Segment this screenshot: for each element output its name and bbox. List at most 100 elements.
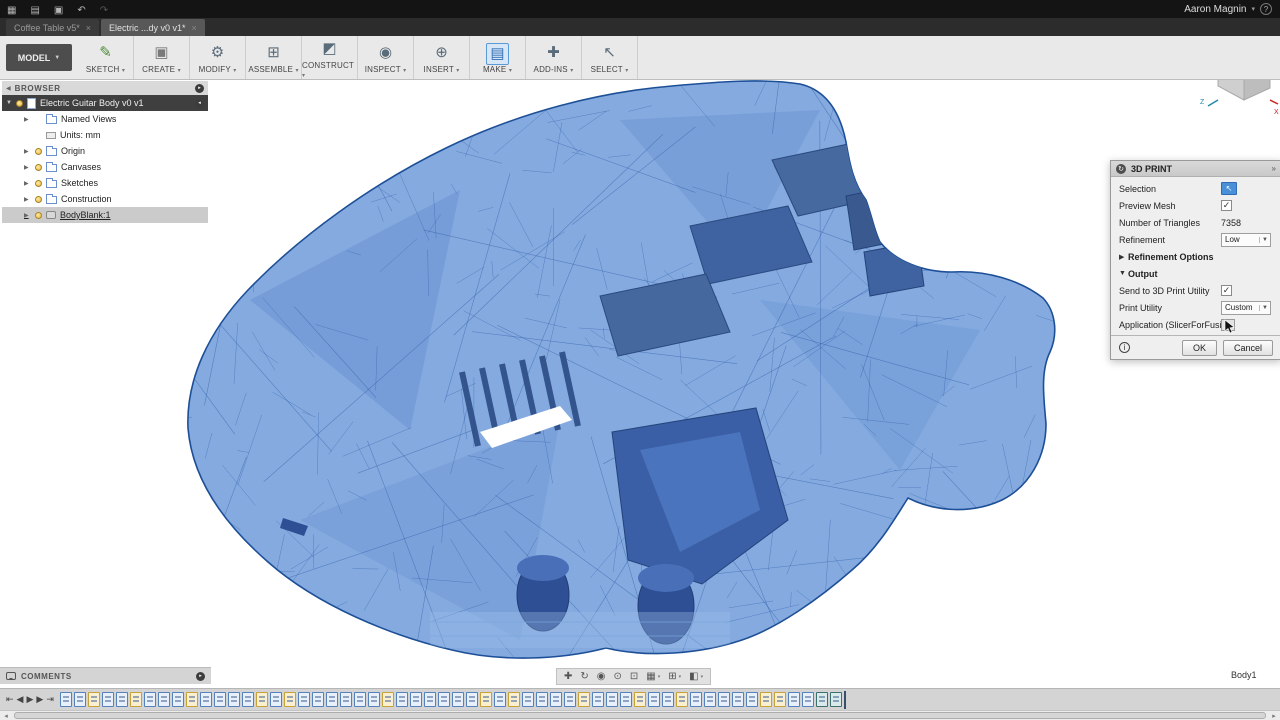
timeline-feature-icon[interactable]	[577, 692, 590, 707]
toolbar-group-insert[interactable]: ⊕ INSERT ▾	[414, 36, 470, 79]
collapse-icon[interactable]: ◀	[6, 85, 11, 92]
timeline-feature-icon[interactable]	[227, 692, 240, 707]
browser-item-canvases[interactable]: ▶ Canvases	[2, 159, 208, 175]
timeline-feature-icon[interactable]	[787, 692, 800, 707]
toolbar-group-assemble[interactable]: ⊞ ASSEMBLE ▾	[246, 36, 302, 79]
timeline-feature-icon[interactable]	[745, 692, 758, 707]
step-forward-icon[interactable]: ▶	[36, 694, 43, 705]
visibility-bulb-icon[interactable]	[35, 163, 42, 171]
expand-icon[interactable]: ▼	[6, 100, 12, 106]
timeline-feature-icon[interactable]	[423, 692, 436, 707]
timeline-feature-icon[interactable]	[409, 692, 422, 707]
timeline-feature-icon[interactable]	[115, 692, 128, 707]
browser-root-item[interactable]: ▼ Electric Guitar Body v0 v1 ◂	[2, 95, 208, 111]
timeline-feature-icon[interactable]	[759, 692, 772, 707]
help-icon[interactable]: ?	[1260, 3, 1272, 15]
timeline-feature-icon[interactable]	[591, 692, 604, 707]
timeline-feature-icon[interactable]	[213, 692, 226, 707]
viewports-icon[interactable]: ◧ ▾	[686, 671, 706, 682]
timeline-feature-icon[interactable]	[521, 692, 534, 707]
browser-item-bodyblank-1[interactable]: ▶ BodyBlank:1	[2, 207, 208, 223]
timeline-feature-icon[interactable]	[689, 692, 702, 707]
timeline-feature-icon[interactable]	[451, 692, 464, 707]
comments-panel[interactable]: COMMENTS ▸	[0, 667, 211, 684]
expand-icon[interactable]: ▶	[24, 196, 31, 203]
timeline-feature-icon[interactable]	[619, 692, 632, 707]
display-settings-icon[interactable]: ▦ ▾	[643, 671, 663, 682]
timeline-feature-icon[interactable]	[801, 692, 814, 707]
visibility-bulb-icon[interactable]	[35, 147, 42, 155]
timeline-feature-icon[interactable]	[185, 692, 198, 707]
checkbox[interactable]: ✓	[1221, 285, 1232, 296]
info-icon[interactable]: i	[1119, 342, 1130, 353]
timeline-feature-icon[interactable]	[59, 692, 72, 707]
toolbar-group-select[interactable]: ↖ SELECT ▾	[582, 36, 638, 79]
fit-icon[interactable]: ⊡	[627, 671, 641, 682]
timeline-feature-icon[interactable]	[493, 692, 506, 707]
timeline-feature-icon[interactable]	[465, 692, 478, 707]
dialog-row-output[interactable]: ▼ Output	[1111, 265, 1280, 282]
timeline-feature-icon[interactable]	[549, 692, 562, 707]
visibility-bulb-icon[interactable]	[15, 99, 23, 107]
scrollbar-thumb[interactable]	[14, 712, 1266, 719]
timeline-feature-icon[interactable]	[535, 692, 548, 707]
close-icon[interactable]: ×	[86, 23, 91, 33]
tab-coffee-table[interactable]: Coffee Table v5* ×	[6, 19, 99, 36]
cancel-button[interactable]: Cancel	[1222, 339, 1273, 356]
skip-to-end-icon[interactable]: ⇥	[46, 694, 54, 705]
data-panel-icon[interactable]: ▤	[23, 5, 46, 16]
timeline-feature-icon[interactable]	[101, 692, 114, 707]
timeline-feature-icon[interactable]	[479, 692, 492, 707]
expand-icon[interactable]: ▶	[24, 164, 31, 171]
browser-item-sketches[interactable]: ▶ Sketches	[2, 175, 208, 191]
toolbar-group-construct[interactable]: ◩ CONSTRUCT ▾	[302, 36, 358, 79]
timeline-feature-icon[interactable]	[395, 692, 408, 707]
toolbar-group-add-ins[interactable]: ✚ ADD-INS ▾	[526, 36, 582, 79]
dialog-row-refinement-options[interactable]: ▶ Refinement Options	[1111, 248, 1280, 265]
dropdown[interactable]: Low ▼	[1221, 232, 1271, 247]
timeline-feature-icon[interactable]	[157, 692, 170, 707]
timeline-scrollbar[interactable]: ◂ ▸	[0, 710, 1280, 720]
undo-icon[interactable]: ↶	[70, 5, 92, 16]
panel-options-icon[interactable]: ▸	[196, 671, 205, 681]
scroll-right-icon[interactable]: ▸	[1268, 712, 1280, 720]
play-icon[interactable]: ▶	[26, 694, 33, 705]
timeline-feature-icon[interactable]	[283, 692, 296, 707]
browser-item-named-views[interactable]: ▶ Named Views	[2, 111, 208, 127]
timeline-feature-icon[interactable]	[143, 692, 156, 707]
section-expanded-icon[interactable]: ▼	[1119, 270, 1128, 277]
save-icon[interactable]: ▣	[47, 5, 70, 16]
timeline-feature-icon[interactable]	[199, 692, 212, 707]
toolbar-group-sketch[interactable]: ✎ SKETCH ▾	[78, 36, 134, 79]
timeline-feature-icon[interactable]	[647, 692, 660, 707]
skip-to-start-icon[interactable]: ⇤	[6, 694, 14, 705]
zoom-icon[interactable]: ⊙	[611, 671, 625, 682]
tab-electric-guitar[interactable]: Electric ...dy v0 v1* ×	[100, 19, 205, 36]
grid-layout-icon[interactable]: ⊞ ▾	[665, 671, 684, 682]
timeline-feature-icon[interactable]	[73, 692, 86, 707]
browse-button[interactable]: ↖	[1221, 318, 1235, 331]
timeline-feature-icon[interactable]	[353, 692, 366, 707]
browser-item-origin[interactable]: ▶ Origin	[2, 143, 208, 159]
timeline-feature-icon[interactable]	[129, 692, 142, 707]
apps-grid-icon[interactable]: ▦	[0, 5, 23, 16]
expand-icon[interactable]: ▶	[24, 212, 31, 219]
look-at-icon[interactable]: ◉	[594, 671, 609, 682]
timeline-feature-icon[interactable]	[381, 692, 394, 707]
timeline-feature-icon[interactable]	[563, 692, 576, 707]
visibility-bulb-icon[interactable]	[35, 195, 42, 203]
timeline-feature-icon[interactable]	[171, 692, 184, 707]
checkbox[interactable]: ✓	[1221, 200, 1232, 211]
orbit-icon[interactable]: ↻	[577, 671, 591, 682]
dialog-header[interactable]: ↻ 3D PRINT »	[1111, 161, 1280, 177]
step-back-icon[interactable]: ◀	[17, 694, 24, 705]
expand-icon[interactable]: ▶	[24, 180, 31, 187]
pan-icon[interactable]: ✚	[561, 671, 575, 682]
scroll-left-icon[interactable]: ◂	[0, 712, 12, 720]
timeline-feature-icon[interactable]	[437, 692, 450, 707]
toolbar-group-modify[interactable]: ⚙ MODIFY ▾	[190, 36, 246, 79]
timeline-feature-icon[interactable]	[297, 692, 310, 707]
section-collapsed-icon[interactable]: ▶	[1119, 253, 1128, 261]
selection-tool-button[interactable]: ↖	[1221, 182, 1237, 195]
timeline-feature-icon[interactable]	[255, 692, 268, 707]
